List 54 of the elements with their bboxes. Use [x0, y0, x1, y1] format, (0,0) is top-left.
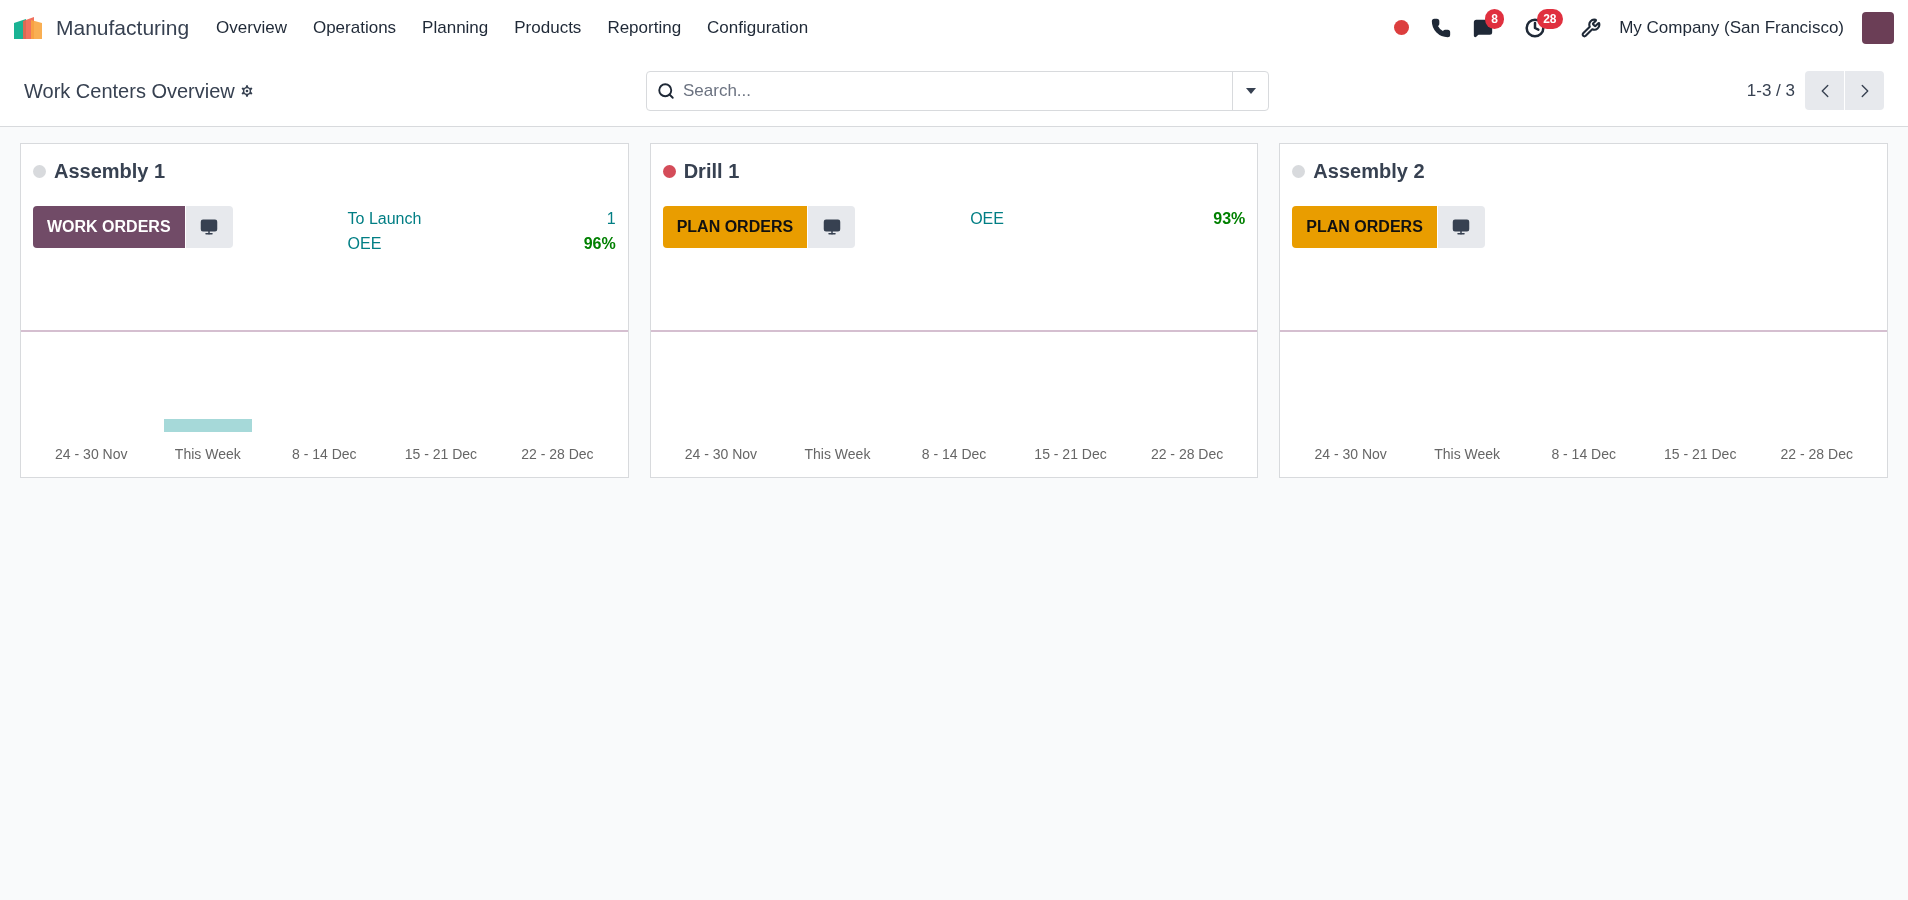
- search-icon: [657, 81, 675, 100]
- stat-link[interactable]: To Launch: [347, 206, 422, 231]
- work-center-display-button[interactable]: [1437, 206, 1485, 248]
- orders-button[interactable]: WORK ORDERS: [33, 206, 185, 248]
- week-label: 24 - 30 Nov: [55, 445, 128, 464]
- week-label: 24 - 30 Nov: [1314, 445, 1387, 464]
- work-center-display-button[interactable]: [185, 206, 233, 248]
- stat-link[interactable]: OEE: [347, 231, 382, 256]
- menu-item[interactable]: Reporting: [594, 14, 695, 41]
- work-center-display-button[interactable]: [808, 206, 856, 248]
- card-title: Assembly 2: [1313, 159, 1425, 184]
- monitor-icon: [1452, 218, 1471, 236]
- user-avatar[interactable]: [1862, 11, 1894, 44]
- week-label: 15 - 21 Dec: [1664, 445, 1737, 464]
- search-input[interactable]: Search...: [683, 77, 1232, 104]
- page-title[interactable]: Work Centers Overview: [24, 75, 235, 106]
- message-count-badge: 8: [1485, 8, 1504, 29]
- stat-value: 93%: [1213, 209, 1246, 229]
- company-switcher[interactable]: My Company (San Francisco): [1619, 14, 1844, 41]
- pager-value[interactable]: 1-3 / 3: [1746, 77, 1795, 104]
- week-label: 22 - 28 Dec: [521, 445, 594, 464]
- orders-button[interactable]: PLAN ORDERS: [1292, 206, 1437, 248]
- week-label: 15 - 21 Dec: [1034, 445, 1107, 464]
- menu-item[interactable]: Planning: [409, 14, 502, 41]
- search-field[interactable]: Search...: [646, 70, 1269, 111]
- week-label: 15 - 21 Dec: [404, 445, 478, 464]
- menu-item[interactable]: Overview: [203, 14, 300, 41]
- caret-icon: [1245, 87, 1256, 94]
- orders-button[interactable]: PLAN ORDERS: [662, 206, 808, 248]
- menu-item[interactable]: Configuration: [694, 14, 822, 41]
- week-label: 8 - 14 Dec: [1551, 445, 1616, 464]
- stat-link[interactable]: OEE: [970, 206, 1004, 231]
- card-title: Assembly 1: [54, 159, 166, 184]
- monitor-icon: [822, 218, 841, 236]
- settings-icon[interactable]: [238, 82, 255, 99]
- card-title: Drill 1: [683, 159, 740, 184]
- week-label: This Week: [1434, 445, 1501, 464]
- week-label: 8 - 14 Dec: [292, 445, 357, 464]
- stat-value: 96%: [583, 234, 616, 254]
- tools-icon[interactable]: [1581, 17, 1602, 38]
- activity-count-badge: 28: [1537, 8, 1563, 29]
- app-name[interactable]: Manufacturing: [56, 11, 190, 44]
- week-label: 22 - 28 Dec: [1150, 445, 1224, 464]
- menu-item[interactable]: Operations: [299, 14, 410, 41]
- week-label: 22 - 28 Dec: [1780, 445, 1853, 464]
- phone-icon[interactable]: [1431, 17, 1452, 38]
- app-logo-icon: [14, 16, 44, 39]
- stat-value: 1: [606, 209, 616, 229]
- week-label: 24 - 30 Nov: [684, 445, 758, 464]
- week-label: 8 - 14 Dec: [921, 445, 987, 464]
- menu-item[interactable]: Products: [501, 14, 595, 41]
- week-label: This Week: [804, 445, 871, 464]
- week-label: This Week: [174, 445, 241, 464]
- monitor-icon: [200, 218, 219, 236]
